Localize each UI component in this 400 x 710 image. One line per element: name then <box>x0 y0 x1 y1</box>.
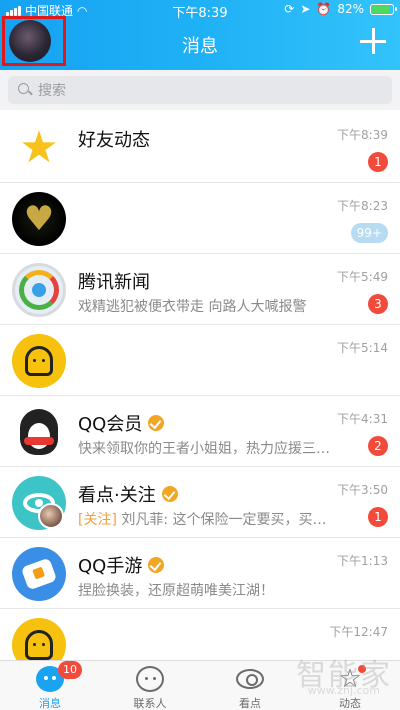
verified-icon <box>148 415 165 431</box>
conversation-name-wrap: QQ手游 <box>78 552 165 578</box>
conversation-time: 下午1:13 <box>337 554 388 568</box>
conversation-name-wrap: QQ会员 <box>78 410 165 436</box>
conversation-time: 下午3:50 <box>337 483 388 497</box>
unread-badge: 1 <box>368 507 388 527</box>
list-item-heart[interactable]: ♥ 下午8:23 99+ <box>0 183 400 254</box>
list-item-octopus[interactable]: 下午5:14 <box>0 325 400 396</box>
conversation-time: 下午12:47 <box>329 625 388 639</box>
news-avatar-icon <box>12 263 66 317</box>
lock-rotation-icon: ⟳ <box>284 2 295 16</box>
list-item-qq-vip[interactable]: QQ会员 快来领取你的王者小姐姐，热力应援三… 下午4:31 2 <box>0 396 400 467</box>
tab-label: 消息 <box>39 697 61 710</box>
eye-icon <box>236 669 264 689</box>
watermark-sub: www.znj.com <box>307 684 380 697</box>
tab-badge: 10 <box>58 661 82 679</box>
conversation-name: QQ手游 <box>78 556 143 577</box>
conversation-message-wrap: [关注] 刘凡菲: 这个保险一定要买，买… <box>78 509 346 529</box>
octopus-avatar-icon <box>12 334 66 388</box>
verified-icon <box>161 486 178 502</box>
search-icon <box>18 83 32 97</box>
conversation-time: 下午4:31 <box>337 412 388 426</box>
unread-badge: 1 <box>368 152 388 172</box>
conversation-time: 下午5:14 <box>337 341 388 355</box>
location-icon: ➤ <box>300 2 311 16</box>
list-item-friend-feed[interactable]: ★ 好友动态 下午8:39 1 <box>0 112 400 183</box>
conversation-message: 戏精逃犯被便衣带走 向路人大喊报警 <box>78 299 307 315</box>
verified-icon <box>148 557 165 573</box>
tab-label: 动态 <box>339 697 361 710</box>
list-item-tencent-news[interactable]: 腾讯新闻 戏精逃犯被便衣带走 向路人大喊报警 下午5:49 3 <box>0 254 400 325</box>
contacts-icon <box>136 666 164 692</box>
octopus-avatar-icon <box>12 618 66 660</box>
conversation-message: 捏脸换装，还原超萌唯美江湖！ <box>78 583 274 599</box>
conversation-time: 下午8:23 <box>337 199 388 213</box>
header-bar: 中国联通 ◠ 下午8:39 ⟳ ➤ ⏰ 82% 消息 <box>0 0 400 70</box>
conversation-message: 快来领取你的王者小姐姐，热力应援三… <box>78 441 330 457</box>
search-placeholder: 搜索 <box>38 83 66 99</box>
conversation-name: 好友动态 <box>78 130 150 151</box>
unread-badge: 99+ <box>350 223 388 243</box>
search-area: 搜索 <box>0 70 400 110</box>
conversation-name-wrap: 看点·关注 <box>78 481 178 507</box>
conversation-name: QQ会员 <box>78 414 143 435</box>
penguin-avatar-icon <box>12 405 66 459</box>
conversation-message: 刘凡菲: 这个保险一定要买，买… <box>116 512 327 528</box>
alarm-icon: ⏰ <box>316 2 332 16</box>
battery-icon <box>370 3 397 15</box>
list-item-kandian-follow[interactable]: 看点·关注 [关注] 刘凡菲: 这个保险一定要买，买… 下午3:50 1 <box>0 467 400 538</box>
plus-icon[interactable] <box>360 28 386 54</box>
conversation-name: 腾讯新闻 <box>78 272 150 293</box>
heart-avatar-icon: ♥ <box>12 192 66 246</box>
follow-tag: [关注] <box>78 512 117 528</box>
unread-badge: 2 <box>368 436 388 456</box>
battery-percent: 82% <box>337 2 364 16</box>
small-avatar <box>38 503 64 529</box>
conversation-list: ★ 好友动态 下午8:39 1 ♥ 下午8:23 99+ 腾讯新闻 戏精逃犯被便… <box>0 112 400 660</box>
status-right: ⟳ ➤ ⏰ 82% <box>284 2 397 16</box>
unread-badge: 3 <box>368 294 388 314</box>
conversation-name: 看点·关注 <box>78 485 156 506</box>
tab-contacts[interactable]: 联系人 <box>100 661 200 710</box>
tab-messages[interactable]: 10 消息 <box>0 661 100 710</box>
search-input[interactable]: 搜索 <box>8 76 392 104</box>
tab-kandian[interactable]: 看点 <box>200 661 300 710</box>
page-title: 消息 <box>182 36 218 57</box>
conversation-time: 下午5:49 <box>337 270 388 284</box>
conversation-time: 下午8:39 <box>337 128 388 142</box>
list-item-qq-games[interactable]: QQ手游 捏脸换装，还原超萌唯美江湖！ 下午1:13 <box>0 538 400 609</box>
tab-label: 看点 <box>239 697 261 710</box>
game-avatar-icon <box>12 547 66 601</box>
tab-label: 联系人 <box>133 697 167 710</box>
star-avatar-icon: ★ <box>12 121 66 175</box>
